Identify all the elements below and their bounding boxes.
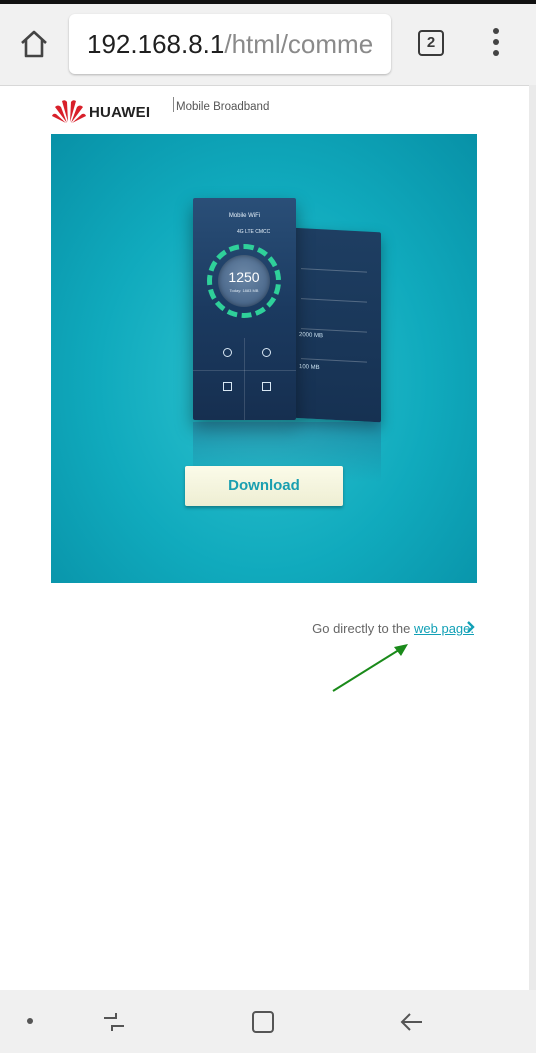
phone-back-image: 2000 MB 100 MB [291, 227, 381, 423]
document-icon [262, 382, 271, 391]
header-divider [173, 97, 174, 112]
phone-back-value-1: 2000 MB [299, 332, 324, 340]
chevron-right-icon[interactable] [466, 620, 476, 634]
settings-icon [262, 348, 271, 357]
mail-icon [223, 382, 232, 391]
system-nav-bar [0, 990, 536, 1053]
browser-toolbar: 192.168.8.1/html/comme 2 [0, 4, 536, 86]
back-icon[interactable] [398, 1008, 426, 1036]
nav-indicator-dot [27, 1018, 33, 1024]
phone-app-title: Mobile WiFi [228, 213, 261, 219]
phone-grid-line [244, 338, 245, 420]
speed-icon [223, 348, 232, 357]
speed-gauge: 1250 Today: 1883 MB [218, 255, 270, 307]
huawei-logo-icon [52, 100, 86, 123]
phone-speed-sub: Today: 1883 MB [229, 288, 259, 293]
product-name: Mobile Broadband [176, 101, 270, 113]
goto-prefix: Go directly to the [312, 621, 414, 636]
phone-back-value-2: 100 MB [299, 364, 320, 372]
tab-switcher-button[interactable]: 2 [418, 30, 444, 56]
url-path: /html/comme [224, 29, 374, 59]
goto-web-page-text: Go directly to the web page. [312, 621, 474, 636]
home-nav-icon[interactable] [249, 1008, 277, 1036]
phone-speed-value: 1250 [228, 269, 260, 285]
page-scrollbar[interactable] [529, 85, 536, 990]
phone-carrier: 4G LTE CMCC [237, 229, 271, 235]
url-host: 192.168.8.1 [87, 29, 225, 59]
phone-front-image: Mobile WiFi 4G LTE CMCC 1250 Today: 1883… [193, 198, 296, 420]
recent-apps-icon[interactable] [100, 1008, 128, 1036]
address-bar[interactable]: 192.168.8.1/html/comme [69, 14, 391, 74]
download-button[interactable]: Download [185, 466, 343, 506]
annotation-arrow [332, 644, 408, 692]
overflow-menu-icon[interactable] [486, 26, 506, 62]
url-text: 192.168.8.1/html/comme [87, 28, 373, 60]
brand-name: HUAWEI [89, 104, 151, 121]
app-promo-banner: 2000 MB 100 MB Mobile WiFi 4G LTE CMCC 1… [51, 134, 477, 583]
home-icon[interactable] [16, 26, 52, 62]
web-page-link[interactable]: web page. [414, 621, 474, 636]
